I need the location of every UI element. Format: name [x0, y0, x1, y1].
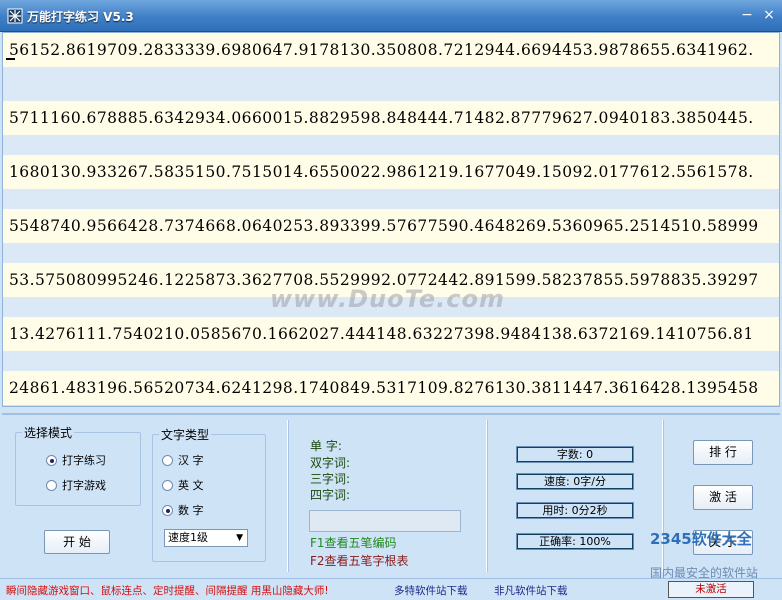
watermark: www.DuoTe.com: [270, 285, 505, 313]
double-word-label: 双字词:: [310, 456, 351, 470]
practice-text-line-1: 56152.8619709.2833339.6980647.9178130.35…: [3, 33, 779, 67]
status-bar: 瞬间隐藏游戏窗口、鼠标连点、定时提醒、间隔提醒 用黑山隐藏大师! 多特软件站下载…: [0, 578, 782, 600]
radio-label: 数 字: [178, 504, 204, 517]
text-type-group-title: 文字类型: [159, 426, 212, 443]
char-count-value: 字数: 0: [518, 448, 632, 461]
mode-group: 选择模式: [15, 424, 141, 506]
f2-hint: F2查看五笔字根表: [310, 554, 409, 568]
speed-select[interactable]: 速度1级 ▼: [164, 529, 248, 547]
practice-text-line-2: 5711160.678885.6342934.0660015.8829598.8…: [3, 101, 779, 135]
time-value: 用时: 0分2秒: [518, 504, 632, 517]
radio-chinese[interactable]: 汉 字: [162, 452, 204, 468]
app-logo-icon: [7, 8, 23, 24]
single-char-label: 单 字:: [310, 439, 342, 453]
mode-group-title: 选择模式: [22, 424, 75, 441]
start-button[interactable]: 开 始: [44, 530, 110, 554]
divider: [287, 420, 289, 572]
activate-button[interactable]: 激 活: [693, 485, 753, 510]
accuracy-display: 正确率: 100%: [516, 533, 634, 550]
speed-display: 速度: 0字/分: [516, 473, 634, 490]
minimize-icon: −: [741, 7, 753, 23]
radio-typing-practice[interactable]: 打字练习: [46, 452, 106, 468]
close-button[interactable]: ×: [760, 6, 778, 24]
wubi-code-display: [309, 510, 461, 532]
radio-numbers[interactable]: 数 字: [162, 502, 204, 518]
radio-label: 打字游戏: [62, 479, 106, 492]
title-bar: 万能打字练习 V5.3 − ×: [0, 0, 782, 32]
radio-dot-icon: [162, 455, 173, 466]
badge-brand: 2345软件大全: [650, 530, 752, 548]
input-line-1[interactable]: [3, 67, 779, 101]
speed-select-value: 速度1级: [168, 531, 208, 544]
divider: [486, 420, 488, 572]
radio-label: 汉 字: [178, 454, 204, 467]
radio-dot-selected-icon: [162, 505, 173, 516]
rank-button[interactable]: 排 行: [693, 440, 753, 465]
speed-value: 速度: 0字/分: [518, 475, 632, 488]
f1-hint: F1查看五笔编码: [310, 536, 397, 550]
radio-dot-icon: [46, 480, 57, 491]
char-count-display: 字数: 0: [516, 446, 634, 463]
practice-text-line-3: 1680130.933267.5835150.7515014.6550022.9…: [3, 155, 779, 189]
radio-typing-game[interactable]: 打字游戏: [46, 477, 106, 493]
window-title: 万能打字练习 V5.3: [27, 10, 134, 24]
radio-label: 英 文: [178, 479, 204, 492]
triple-word-label: 三字词:: [310, 472, 351, 486]
chevron-down-icon: ▼: [236, 533, 243, 543]
download-site-badge: 2345软件大全 国内最安全的软件站: [650, 528, 780, 580]
activation-status: 未激活: [668, 581, 754, 598]
practice-text-line-6: 13.4276111.7540210.0585670.1662027.44414…: [3, 317, 779, 351]
radio-english[interactable]: 英 文: [162, 477, 204, 493]
typing-text-area[interactable]: 56152.8619709.2833339.6980647.9178130.35…: [2, 32, 780, 407]
download-link-duote[interactable]: 多特软件站下载: [394, 583, 468, 598]
promo-link[interactable]: 瞬间隐藏游戏窗口、鼠标连点、定时提醒、间隔提醒 用黑山隐藏大师!: [6, 583, 329, 598]
quad-word-label: 四字词:: [310, 488, 351, 502]
practice-text-line-7: 24861.483196.56520734.6241298.1740849.53…: [3, 371, 779, 405]
radio-dot-icon: [162, 480, 173, 491]
radio-dot-selected-icon: [46, 455, 57, 466]
time-display: 用时: 0分2秒: [516, 502, 634, 519]
text-cursor: [6, 58, 15, 60]
close-icon: ×: [763, 7, 775, 23]
download-link-feifan[interactable]: 非凡软件站下载: [494, 583, 568, 598]
accuracy-value: 正确率: 100%: [518, 535, 632, 548]
practice-text-line-4: 5548740.9566428.7374668.0640253.893399.5…: [3, 209, 779, 243]
minimize-button[interactable]: −: [738, 6, 756, 24]
radio-label: 打字练习: [62, 454, 106, 467]
